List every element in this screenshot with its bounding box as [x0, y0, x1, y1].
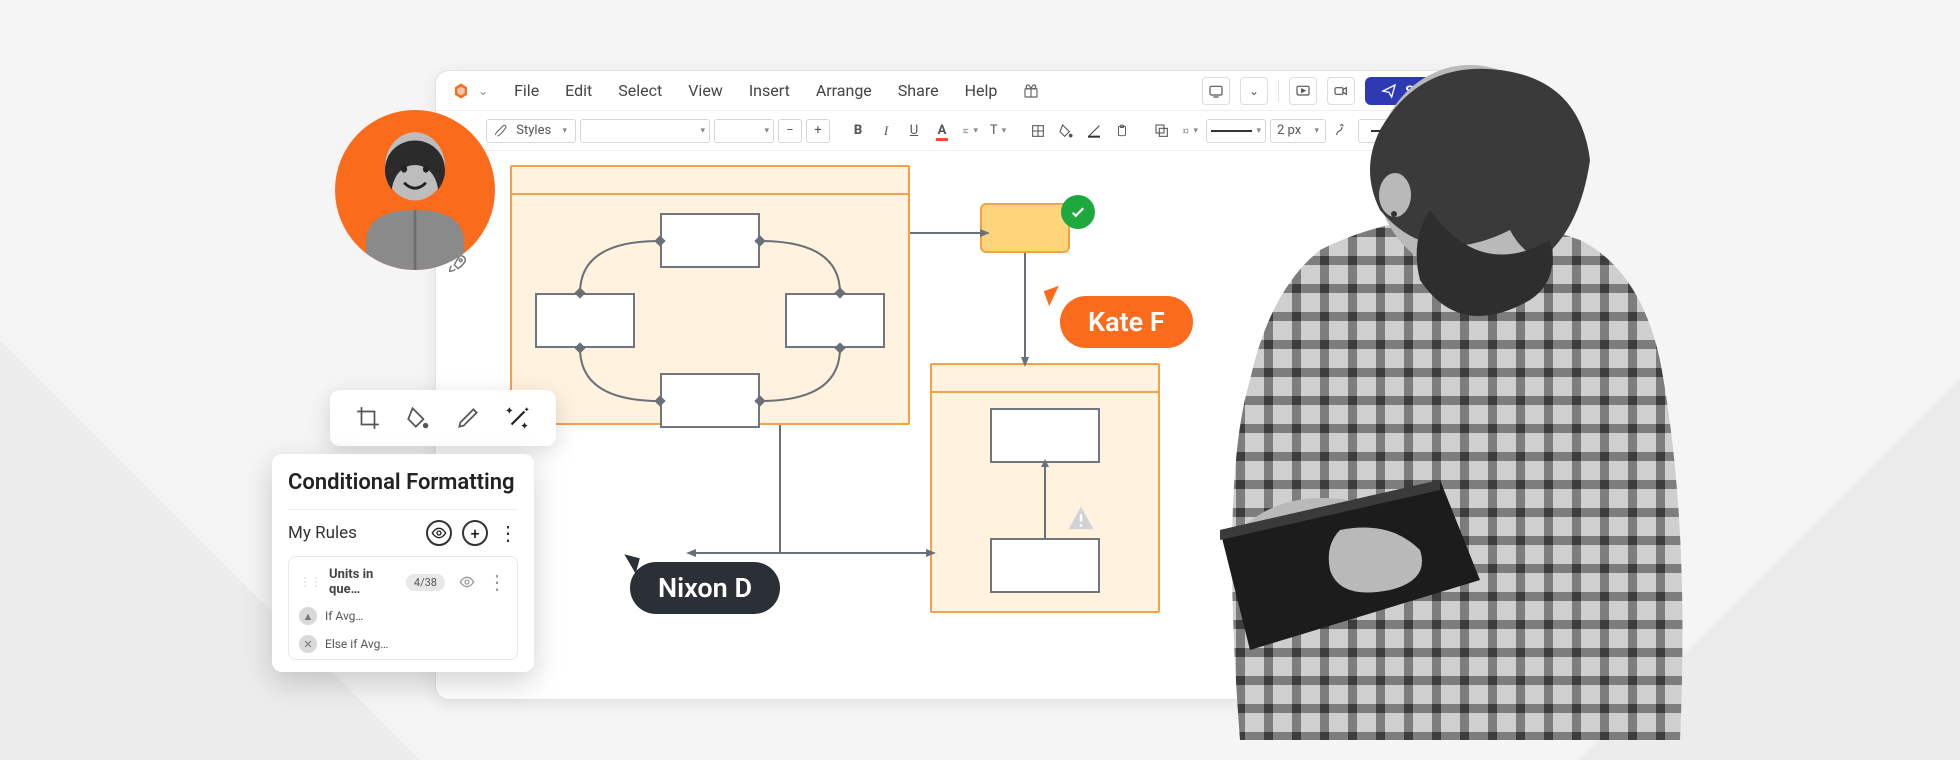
condition-if-label: If Avg… [325, 609, 363, 623]
warning-icon [1064, 503, 1098, 533]
add-rule-button[interactable]: + [462, 520, 488, 546]
visibility-toggle[interactable] [426, 520, 452, 546]
menu-view[interactable]: View [678, 77, 733, 104]
diagram-connectors [510, 165, 910, 445]
styles-label: Styles [516, 123, 551, 138]
success-icon [1061, 195, 1095, 229]
conditional-formatting-panel: Conditional Formatting My Rules + ⋮ ⋮⋮ U… [272, 454, 534, 672]
context-toolbar [330, 390, 556, 446]
font-size-decrease[interactable]: − [778, 119, 802, 143]
menu-insert[interactable]: Insert [739, 77, 800, 104]
font-size-increase[interactable]: + [806, 119, 830, 143]
drag-handle-icon[interactable]: ⋮⋮ [299, 575, 321, 589]
collab-cursor-label: Nixon D [658, 572, 752, 604]
font-select[interactable]: ▾ [580, 119, 710, 143]
rule-name: Units in que… [329, 567, 398, 597]
rules-section-label: My Rules [288, 523, 416, 543]
app-logo[interactable] [450, 80, 472, 102]
menu-select[interactable]: Select [608, 77, 672, 104]
condition-close-icon: ✕ [299, 635, 317, 653]
menu-arrange[interactable]: Arrange [806, 77, 882, 104]
menu-help[interactable]: Help [955, 77, 1008, 104]
clipboard-icon[interactable] [1110, 119, 1134, 143]
italic-button[interactable]: I [874, 119, 898, 143]
diagram-connectors-2 [930, 363, 1160, 613]
styles-select[interactable]: Styles ▾ [486, 119, 576, 143]
align-button[interactable]: ▾ [958, 119, 982, 143]
panel-title: Conditional Formatting [288, 470, 518, 495]
menu-edit[interactable]: Edit [555, 77, 602, 104]
collaborator-avatar [335, 110, 495, 270]
layers-icon[interactable] [1150, 119, 1174, 143]
font-size-select[interactable]: ▾ [714, 119, 774, 143]
rule-card[interactable]: ⋮⋮ Units in que… 4/38 ⋮ ▲ If Avg… ✕ Else… [288, 556, 518, 660]
person-portrait [345, 120, 485, 270]
diagram-card[interactable] [980, 203, 1070, 253]
text-options-button[interactable]: T▾ [986, 119, 1010, 143]
collab-cursor-kate: Kate F [1060, 296, 1193, 348]
fill-icon[interactable] [400, 400, 436, 436]
fill-color-button[interactable] [1054, 119, 1078, 143]
line-color-button[interactable] [1082, 119, 1106, 143]
more-options-icon[interactable]: ⋮ [498, 521, 518, 545]
magic-wand-icon[interactable] [500, 400, 536, 436]
collab-cursor-nixon: Nixon D [630, 562, 780, 614]
crop-icon[interactable] [350, 400, 386, 436]
bold-button[interactable]: B [846, 119, 870, 143]
person-with-laptop [1180, 60, 1740, 750]
menu-file[interactable]: File [504, 77, 549, 104]
rule-more-icon[interactable]: ⋮ [487, 570, 507, 594]
condition-else-label: Else if Avg… [325, 637, 388, 651]
underline-button[interactable]: U [902, 119, 926, 143]
menu-share[interactable]: Share [888, 77, 949, 104]
collab-cursor-label: Kate F [1088, 306, 1165, 338]
condition-warning-icon: ▲ [299, 607, 317, 625]
text-color-button[interactable]: A [930, 119, 954, 143]
doc-chevron-icon[interactable]: ⌄ [478, 84, 488, 98]
rule-count-badge: 4/38 [406, 574, 445, 591]
pencil-icon[interactable] [450, 400, 486, 436]
shape-insert-button[interactable] [1026, 119, 1050, 143]
gift-icon[interactable] [1017, 77, 1045, 105]
rule-visibility-icon[interactable] [459, 574, 475, 590]
